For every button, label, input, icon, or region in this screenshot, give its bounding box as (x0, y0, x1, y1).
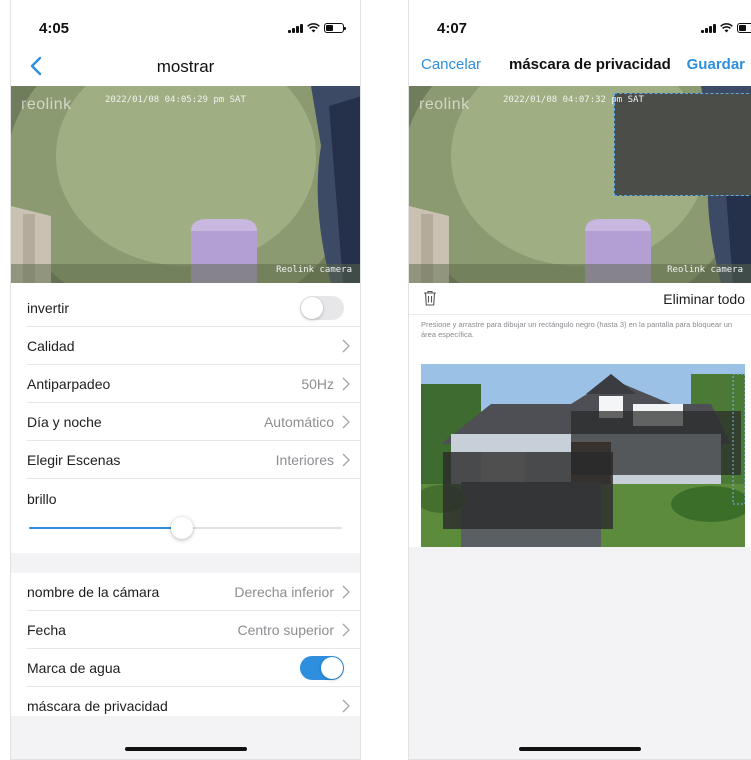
invert-row: invertir (27, 289, 360, 327)
chevron-right-icon (342, 585, 350, 599)
antiflicker-row[interactable]: Antiparpadeo 50Hz (27, 365, 360, 403)
antiflicker-label: Antiparpadeo (27, 376, 111, 392)
camera-timestamp: 2022/01/08 04:07:32 pm SAT (503, 95, 644, 105)
cancel-button[interactable]: Cancelar (421, 56, 481, 73)
page-title: mostrar (156, 57, 215, 76)
chevron-right-icon (342, 623, 350, 637)
camera-name-row[interactable]: nombre de la cámara Derecha inferior (27, 573, 360, 611)
camera-timestamp: 2022/01/08 04:05:29 pm SAT (105, 95, 246, 105)
quality-label: Calidad (27, 338, 75, 354)
settings-list: invertir Calidad Antiparpadeo 50Hz Día y… (11, 289, 360, 725)
day-night-label: Día y noche (27, 414, 102, 430)
slider-thumb[interactable] (171, 517, 194, 539)
status-time: 4:07 (437, 20, 468, 37)
wifi-icon (307, 23, 320, 33)
nav-bar: mostrar (11, 48, 360, 86)
invert-toggle[interactable] (300, 296, 344, 320)
date-value: Centro superior (237, 622, 335, 638)
status-bar: 4:07 (409, 0, 751, 48)
chevron-right-icon (342, 453, 350, 467)
camera-logo-watermark: reolink (21, 96, 72, 113)
day-night-row[interactable]: Día y noche Automático (27, 403, 360, 441)
camera-logo-watermark: reolink (419, 96, 470, 113)
instructions-text: Presione y arrastre para dibujar un rect… (421, 320, 733, 340)
watermark-label: Marca de agua (27, 660, 121, 676)
camera-name-label: nombre de la cámara (27, 584, 160, 600)
wifi-icon (720, 23, 733, 33)
chevron-right-icon (342, 699, 350, 713)
brightness-row: brillo (27, 479, 360, 553)
invert-label: invertir (27, 300, 70, 316)
date-row[interactable]: Fecha Centro superior (27, 611, 360, 649)
camera-name-value: Derecha inferior (234, 584, 334, 600)
status-icons (288, 23, 346, 33)
status-bar: 4:05 (11, 0, 360, 48)
delete-all-button[interactable]: Eliminar todo (663, 291, 745, 307)
privacy-mask-label: máscara de privacidad (27, 698, 168, 714)
battery-icon (324, 23, 346, 33)
camera-name-overlay: Reolink camera (276, 265, 352, 275)
status-time: 4:05 (39, 20, 70, 37)
scene-row[interactable]: Elegir Escenas Interiores (27, 441, 360, 479)
example-image (421, 364, 745, 547)
chevron-right-icon (342, 339, 350, 353)
page-title: máscara de privacidad (509, 56, 671, 73)
status-icons (701, 23, 751, 33)
camera-preview: reolink 2022/01/08 04:05:29 pm SAT Reoli… (11, 86, 360, 283)
brightness-label: brillo (27, 491, 57, 507)
antiflicker-value: 50Hz (301, 376, 334, 392)
day-night-value: Automático (263, 414, 334, 430)
bottom-background (11, 716, 360, 759)
home-indicator (519, 747, 641, 751)
privacy-mask-rectangle[interactable] (614, 93, 751, 196)
battery-icon (737, 23, 751, 33)
toggle-knob (301, 297, 323, 319)
quality-row[interactable]: Calidad (27, 327, 360, 365)
scene-label: Elegir Escenas (27, 452, 121, 468)
scene-value: Interiores (275, 452, 334, 468)
toggle-knob (321, 657, 343, 679)
camera-name-overlay: Reolink camera (667, 265, 743, 275)
signal-icon (288, 23, 303, 33)
brightness-slider[interactable] (29, 517, 342, 539)
chevron-right-icon (342, 415, 350, 429)
home-indicator (124, 747, 247, 751)
section-divider (11, 553, 360, 573)
trash-icon[interactable] (423, 290, 437, 306)
watermark-toggle[interactable] (300, 656, 344, 680)
camera-preview[interactable]: reolink 2022/01/08 04:07:32 pm SAT Reoli… (409, 86, 751, 283)
nav-bar: Cancelar máscara de privacidad Guardar (409, 48, 751, 86)
camera-scene (11, 86, 360, 283)
bottom-background (409, 547, 751, 759)
save-button[interactable]: Guardar (687, 56, 745, 73)
chevron-right-icon (342, 377, 350, 391)
house-example-illustration (421, 364, 745, 547)
display-settings-screen: 4:05 mostrar reolink 2022/01/08 04:05:29… (10, 0, 361, 760)
slider-fill (29, 527, 183, 529)
delete-toolbar: Eliminar todo (409, 283, 751, 315)
signal-icon (701, 23, 716, 33)
date-label: Fecha (27, 622, 66, 638)
watermark-row: Marca de agua (27, 649, 360, 687)
privacy-mask-screen: 4:07 Cancelar máscara de privacidad Guar… (408, 0, 751, 760)
